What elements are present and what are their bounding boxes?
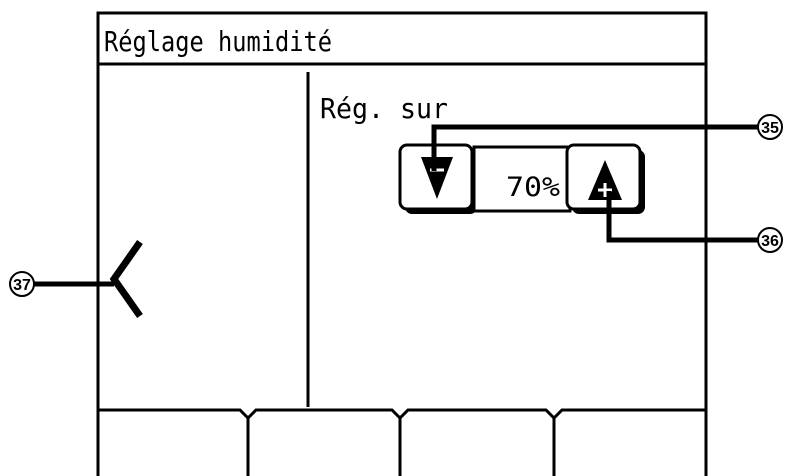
callout-36-number: 36 xyxy=(761,233,779,250)
increase-button[interactable] xyxy=(565,143,642,211)
page-title: Réglage humidité xyxy=(104,25,332,58)
function-key-3[interactable] xyxy=(402,420,552,476)
function-key-2[interactable] xyxy=(250,420,398,476)
humidity-value: 70% xyxy=(506,172,560,203)
callout-37-number: 37 xyxy=(13,277,31,294)
function-key-1[interactable] xyxy=(100,420,246,476)
screen-frame xyxy=(96,11,708,476)
setpoint-label: Rég. sur xyxy=(320,92,448,125)
callout-35-number: 35 xyxy=(761,120,779,137)
function-key-4[interactable] xyxy=(556,420,704,476)
lcd-diagram: Réglage humidité Rég. sur 70% 35 36 37 xyxy=(9,11,783,476)
